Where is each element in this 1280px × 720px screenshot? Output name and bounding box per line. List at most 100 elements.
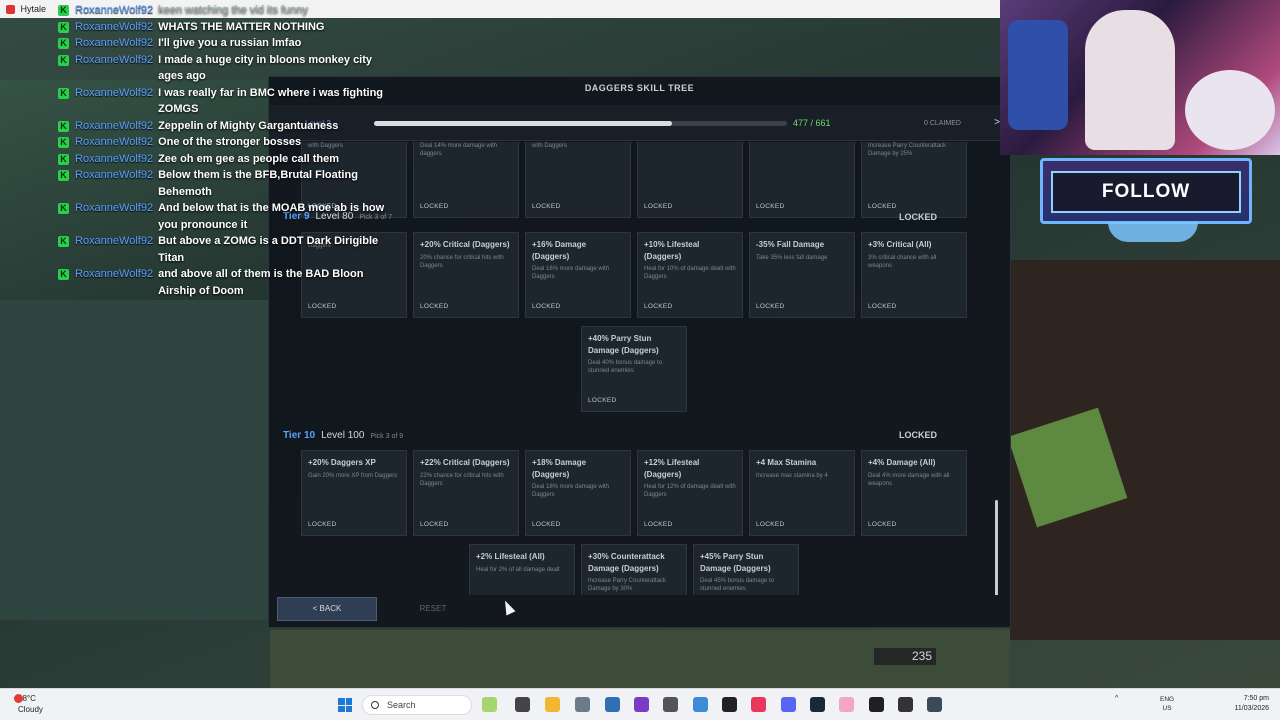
chat-username: RoxanneWolf92 (75, 235, 154, 247)
card-status: LOCKED (756, 521, 785, 528)
xp-progress-bar (374, 121, 787, 126)
chat-message: K RoxanneWolf92 Zeppelin of Mighty Gargant… (58, 118, 398, 135)
chat-message: K RoxanneWolf92 keen watching the vid its … (58, 2, 398, 19)
skill-card[interactable]: +45% Parry Stun Damage (Daggers) Deal 45%… (693, 544, 799, 595)
skill-card[interactable]: with Daggers LOCKED (525, 142, 631, 218)
follow-drip-decoration (1108, 222, 1198, 242)
weather-widget[interactable]: 18°C Cloudy (14, 693, 43, 715)
skill-card[interactable]: +20% Daggers XP Gain 20% more XP from Dag… (301, 450, 407, 536)
chat-text: I'll give you a russian lmfao (158, 37, 302, 49)
app-icon[interactable] (634, 697, 649, 712)
chat-username: RoxanneWolf92 (75, 136, 154, 148)
kick-badge-icon: K (58, 170, 69, 181)
card-status: LOCKED (868, 303, 897, 310)
chat-username: RoxanneWolf92 (75, 53, 154, 66)
chat-overlay: K RoxanneWolf92 keen watching the vid its … (58, 2, 398, 299)
chat-message: K RoxanneWolf92 One of the stronger bosses (58, 134, 398, 151)
kick-badge-icon: K (58, 21, 69, 33)
tier-10-header: Tier 10 Level 100 Pick 3 of 9 (283, 430, 403, 441)
tier-level: Level 100 (321, 430, 365, 441)
opera-icon[interactable] (751, 697, 766, 712)
app-icon[interactable] (869, 697, 884, 712)
kick-badge-icon: K (58, 269, 69, 280)
kick-badge-icon: K (58, 5, 69, 16)
taskbar-search[interactable]: Search (362, 695, 472, 715)
skill-card[interactable]: +16% Damage (Daggers) Deal 16% more damag… (525, 232, 631, 318)
skill-card[interactable]: +10% Lifesteal (Daggers) Heal for 10% of … (637, 232, 743, 318)
chat-username: RoxanneWolf92 (75, 169, 154, 181)
chat-text: I made a huge city in bloons monkey city… (158, 53, 373, 83)
streamer-avatar (1085, 10, 1175, 150)
webcam-overlay (1000, 0, 1280, 155)
chat-message: K RoxanneWolf92 But above a ZOMG is a DDT … (58, 233, 398, 266)
file-explorer-icon[interactable] (545, 697, 560, 712)
language-indicator[interactable]: ENG US (1160, 695, 1174, 713)
chat-message: K RoxanneWolf92 I made a huge city in bloo… (58, 52, 398, 85)
kick-badge-icon: K (58, 236, 69, 247)
chat-username: RoxanneWolf92 (75, 4, 154, 16)
kick-badge-icon: K (58, 153, 69, 165)
chat-message: K RoxanneWolf92 WHATS THE MATTER NOTHING (58, 19, 398, 36)
skill-card[interactable]: +30% Counterattack Damage (Daggers) Incre… (581, 544, 687, 595)
search-icon (371, 701, 379, 709)
skill-card[interactable]: -35% Fall Damage Take 35% less fall damag… (749, 232, 855, 318)
steam-icon[interactable] (810, 697, 825, 712)
app-icon[interactable] (839, 697, 854, 712)
chat-message: K RoxanneWolf92 and above all of them is t… (58, 266, 398, 299)
skill-card[interactable]: +20% Critical (Daggers) 20% chance for cr… (413, 232, 519, 318)
skill-card[interactable]: Deal 14% more damage with daggers LOCKED (413, 142, 519, 218)
terminal-icon[interactable] (722, 697, 737, 712)
app-title: Hytale (20, 4, 47, 14)
app-icon[interactable] (693, 697, 708, 712)
weather-condition: Cloudy (18, 705, 43, 714)
weather-icon (14, 694, 23, 703)
windows-start-icon[interactable] (338, 698, 352, 712)
chat-text: and above all of them is the BAD Bloon A… (158, 268, 364, 297)
tier-10-status: LOCKED (899, 430, 937, 440)
chat-text: WHATS THE MATTER NOTHING (158, 20, 325, 33)
skill-card[interactable]: Increase Parry Counterattack Damage by 2… (861, 142, 967, 218)
app-icon[interactable] (663, 697, 678, 712)
skill-card[interactable]: +4% Damage (All) Deal 4% more damage with… (861, 450, 967, 536)
tray-chevron-icon[interactable]: ^ (1115, 695, 1118, 702)
skill-card[interactable]: +12% Lifesteal (Daggers) Heal for 12% of … (637, 450, 743, 536)
back-button[interactable]: < BACK (277, 597, 377, 621)
chat-username: RoxanneWolf92 (75, 268, 154, 280)
kick-badge-icon: K (58, 54, 69, 66)
card-status: LOCKED (308, 521, 337, 528)
search-label: Search (387, 700, 416, 710)
skill-card[interactable]: LOCKED (637, 142, 743, 218)
task-view-icon[interactable] (515, 697, 530, 712)
chat-text: And below that is the MOAB moe ab is how… (158, 202, 385, 231)
scrollbar-thumb[interactable] (995, 500, 998, 595)
chat-text: I was really far in BMC where i was figh… (158, 86, 384, 116)
skill-card[interactable]: +40% Parry Stun Damage (Daggers) Deal 40%… (581, 326, 687, 412)
follow-banner: FOLLOW (1040, 158, 1252, 224)
skill-card[interactable]: +4 Max Stamina Increase max stamina by 4L… (749, 450, 855, 536)
kick-badge-icon: K (58, 203, 69, 214)
settings-icon[interactable] (575, 697, 590, 712)
media-player-icon[interactable] (605, 697, 620, 712)
claimed-count: 0 CLAIMED (924, 120, 961, 127)
skill-card[interactable]: +22% Critical (Daggers) 22% chance for cr… (413, 450, 519, 536)
language-code: ENG (1160, 696, 1175, 703)
skill-card[interactable]: +3% Critical (All) 3% critical chance wit… (861, 232, 967, 318)
chat-username: RoxanneWolf92 (75, 37, 154, 49)
skill-card[interactable]: +18% Damage (Daggers) Deal 18% more damag… (525, 450, 631, 536)
clock-date: 11/03/2026 (1234, 705, 1269, 712)
widgets-icon[interactable] (482, 697, 497, 712)
chat-username: RoxanneWolf92 (75, 86, 154, 99)
hytale-icon[interactable] (927, 697, 942, 712)
skill-card[interactable]: LOCKED (749, 142, 855, 218)
chat-message: K RoxanneWolf92 Below them is the BFB,Brut… (58, 167, 398, 200)
hytale-logo-icon (6, 5, 15, 15)
card-status: LOCKED (644, 521, 673, 528)
app-icon[interactable] (898, 697, 913, 712)
clock[interactable]: 7:50 pm 11/03/2026 (1225, 694, 1269, 714)
card-status: LOCKED (420, 203, 449, 210)
chat-message: K RoxanneWolf92 Zee oh em gee as people ca… (58, 151, 398, 168)
reset-button[interactable]: RESET (409, 597, 457, 621)
skill-card[interactable]: +2% Lifesteal (All) Heal for 2% of all da… (469, 544, 575, 595)
discord-icon[interactable] (781, 697, 796, 712)
card-status: LOCKED (756, 203, 785, 210)
